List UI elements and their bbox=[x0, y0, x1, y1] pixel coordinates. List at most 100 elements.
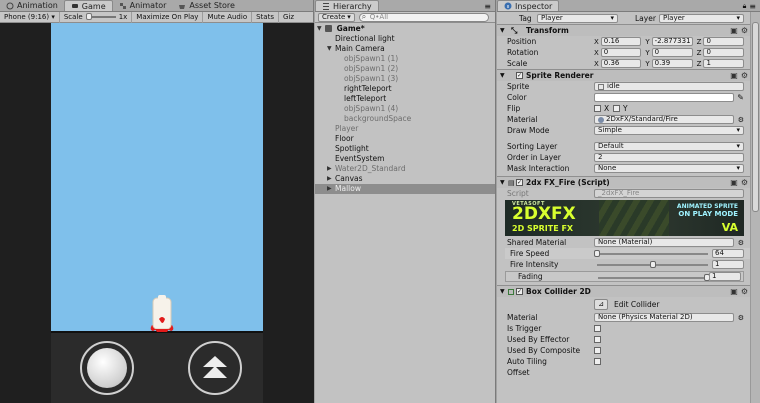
tab-asset-store[interactable]: Asset Store bbox=[172, 0, 241, 11]
used-by-composite-checkbox[interactable] bbox=[594, 347, 601, 354]
collapse-arrow-icon[interactable]: ▼ bbox=[500, 179, 505, 186]
panel-menu-icon[interactable]: ≡ bbox=[484, 2, 495, 11]
fading-slider[interactable] bbox=[598, 274, 710, 281]
sprite-renderer-header[interactable]: ▼ ✓ Sprite Renderer ▣ ⚙ bbox=[497, 69, 750, 81]
hierarchy-item[interactable]: Floor bbox=[315, 134, 495, 144]
edit-collider-button[interactable]: ⊿ bbox=[594, 299, 608, 310]
game-screen[interactable] bbox=[51, 23, 263, 403]
rotation-y-field[interactable]: 0 bbox=[651, 48, 693, 57]
game-view[interactable] bbox=[0, 23, 314, 403]
collider-material-field[interactable]: None (Physics Material 2D) bbox=[594, 313, 734, 322]
fire-speed-field[interactable]: 64 bbox=[712, 249, 744, 258]
resolution-dropdown[interactable]: Phone (9:16) ▾ bbox=[0, 11, 60, 23]
inspector-scrollbar[interactable] bbox=[750, 12, 760, 403]
is-trigger-checkbox[interactable] bbox=[594, 325, 601, 332]
mute-audio-toggle[interactable]: Mute Audio bbox=[203, 11, 253, 23]
fire-intensity-thumb[interactable] bbox=[649, 261, 656, 268]
tab-hierarchy[interactable]: Hierarchy bbox=[315, 0, 379, 11]
settings-icon[interactable]: ⚙ bbox=[741, 71, 748, 80]
tab-inspector[interactable]: Inspector bbox=[497, 0, 560, 11]
hierarchy-search-input[interactable]: Q•All bbox=[358, 12, 489, 22]
panel-menu-icon[interactable]: ≡ bbox=[749, 2, 760, 11]
material-field[interactable]: 2DxFX/Standard/Fire bbox=[594, 115, 734, 124]
fx-fire-header[interactable]: ▼ ▤ ✓ 2dx FX_Fire (Script) ▣ ⚙ bbox=[497, 176, 750, 188]
flip-x-checkbox[interactable] bbox=[594, 105, 601, 112]
collapse-arrow-icon[interactable]: ▼ bbox=[327, 44, 332, 54]
sprite-renderer-enabled-checkbox[interactable]: ✓ bbox=[516, 72, 523, 79]
order-in-layer-field[interactable]: 2 bbox=[594, 153, 744, 162]
box-collider-header[interactable]: ▼ ✓ Box Collider 2D ▣ ⚙ bbox=[497, 285, 750, 297]
settings-icon[interactable]: ⚙ bbox=[741, 287, 748, 296]
hierarchy-item[interactable]: objSpawn1 (2) bbox=[315, 64, 495, 74]
hierarchy-item[interactable]: ▶ Mallow bbox=[315, 184, 495, 194]
expand-arrow-icon[interactable]: ▼ bbox=[317, 24, 322, 34]
reference-icon[interactable]: ▣ bbox=[730, 26, 738, 35]
settings-icon[interactable]: ⚙ bbox=[738, 116, 744, 124]
lock-icon[interactable]: 🔒︎ bbox=[743, 2, 750, 11]
fire-intensity-field[interactable]: 1 bbox=[712, 260, 744, 269]
tab-animator[interactable]: Animator bbox=[113, 0, 173, 11]
reference-icon[interactable]: ▣ bbox=[730, 71, 738, 80]
gizmos-toggle[interactable]: Giz bbox=[279, 12, 298, 23]
hierarchy-item[interactable]: backgroundSpace bbox=[315, 114, 495, 124]
inspector-scrollbar-thumb[interactable] bbox=[752, 22, 759, 212]
scale-x-field[interactable]: 0.36 bbox=[600, 59, 642, 68]
scene-root[interactable]: ▼ Game* bbox=[315, 24, 495, 34]
maximize-on-play-toggle[interactable]: Maximize On Play bbox=[132, 11, 204, 23]
expand-arrow-icon[interactable]: ▶ bbox=[327, 174, 332, 184]
hierarchy-item[interactable]: leftTeleport bbox=[315, 94, 495, 104]
sorting-layer-dropdown[interactable]: Default bbox=[594, 142, 744, 151]
mask-interaction-dropdown[interactable]: None bbox=[594, 164, 744, 173]
tag-dropdown[interactable]: Player bbox=[537, 13, 618, 23]
collapse-arrow-icon[interactable]: ▼ bbox=[500, 288, 505, 295]
settings-icon[interactable]: ⚙ bbox=[741, 178, 748, 187]
color-swatch[interactable] bbox=[594, 93, 734, 102]
rotation-x-field[interactable]: 0 bbox=[600, 48, 642, 57]
create-button[interactable]: Create ▾ bbox=[318, 12, 355, 22]
scale-slider[interactable] bbox=[85, 13, 116, 20]
fire-speed-slider[interactable] bbox=[594, 250, 708, 257]
tab-game[interactable]: Game bbox=[63, 0, 113, 11]
position-x-field[interactable]: 0.16 bbox=[600, 37, 642, 46]
fading-field[interactable]: 1 bbox=[709, 272, 741, 281]
hierarchy-item[interactable]: rightTeleport bbox=[315, 84, 495, 94]
scale-slider-thumb[interactable] bbox=[85, 13, 92, 20]
fx-fire-enabled-checkbox[interactable]: ✓ bbox=[516, 179, 523, 186]
fire-intensity-slider[interactable] bbox=[597, 261, 708, 268]
hierarchy-item[interactable]: Directional light bbox=[315, 34, 495, 44]
fire-speed-thumb[interactable] bbox=[594, 250, 600, 257]
draw-mode-dropdown[interactable]: Simple bbox=[594, 126, 744, 135]
position-y-field[interactable]: -2.877331 bbox=[651, 37, 693, 46]
flip-y-checkbox[interactable] bbox=[613, 105, 620, 112]
reference-icon[interactable]: ▣ bbox=[730, 287, 738, 296]
scale-z-field[interactable]: 1 bbox=[703, 59, 744, 68]
auto-tiling-checkbox[interactable] bbox=[594, 358, 601, 365]
used-by-effector-checkbox[interactable] bbox=[594, 336, 601, 343]
rotation-z-field[interactable]: 0 bbox=[703, 48, 744, 57]
reference-icon[interactable]: ▣ bbox=[730, 178, 738, 187]
hierarchy-item[interactable]: Spotlight bbox=[315, 144, 495, 154]
jump-button[interactable] bbox=[80, 341, 134, 395]
hierarchy-item[interactable]: Player bbox=[315, 124, 495, 134]
up-arrow-button[interactable] bbox=[188, 341, 242, 395]
settings-icon[interactable]: ⚙ bbox=[738, 239, 744, 247]
tab-animation[interactable]: Animation bbox=[0, 0, 64, 11]
hierarchy-item[interactable]: objSpawn1 (4) bbox=[315, 104, 495, 114]
scale-control[interactable]: Scale 1x bbox=[60, 11, 133, 23]
shared-material-field[interactable]: None (Material) bbox=[594, 238, 734, 247]
sprite-field[interactable]: idle bbox=[594, 82, 744, 91]
stats-toggle[interactable]: Stats bbox=[252, 11, 279, 23]
hierarchy-item[interactable]: ▶ Water2D_Standard bbox=[315, 164, 495, 174]
collapse-arrow-icon[interactable]: ▼ bbox=[500, 27, 505, 34]
collapse-arrow-icon[interactable]: ▼ bbox=[500, 72, 505, 79]
transform-header[interactable]: ▼ ⤡ Transform ▣ ⚙ bbox=[497, 24, 750, 36]
layer-dropdown[interactable]: Player bbox=[659, 13, 744, 23]
box-collider-enabled-checkbox[interactable]: ✓ bbox=[516, 288, 523, 295]
eyedropper-icon[interactable]: ✎ bbox=[737, 93, 744, 102]
hierarchy-item[interactable]: EventSystem bbox=[315, 154, 495, 164]
hierarchy-item[interactable]: ▶ Canvas bbox=[315, 174, 495, 184]
scale-y-field[interactable]: 0.39 bbox=[651, 59, 693, 68]
settings-icon[interactable]: ⚙ bbox=[741, 26, 748, 35]
expand-arrow-icon[interactable]: ▶ bbox=[327, 164, 332, 174]
settings-icon[interactable]: ⚙ bbox=[738, 314, 744, 322]
